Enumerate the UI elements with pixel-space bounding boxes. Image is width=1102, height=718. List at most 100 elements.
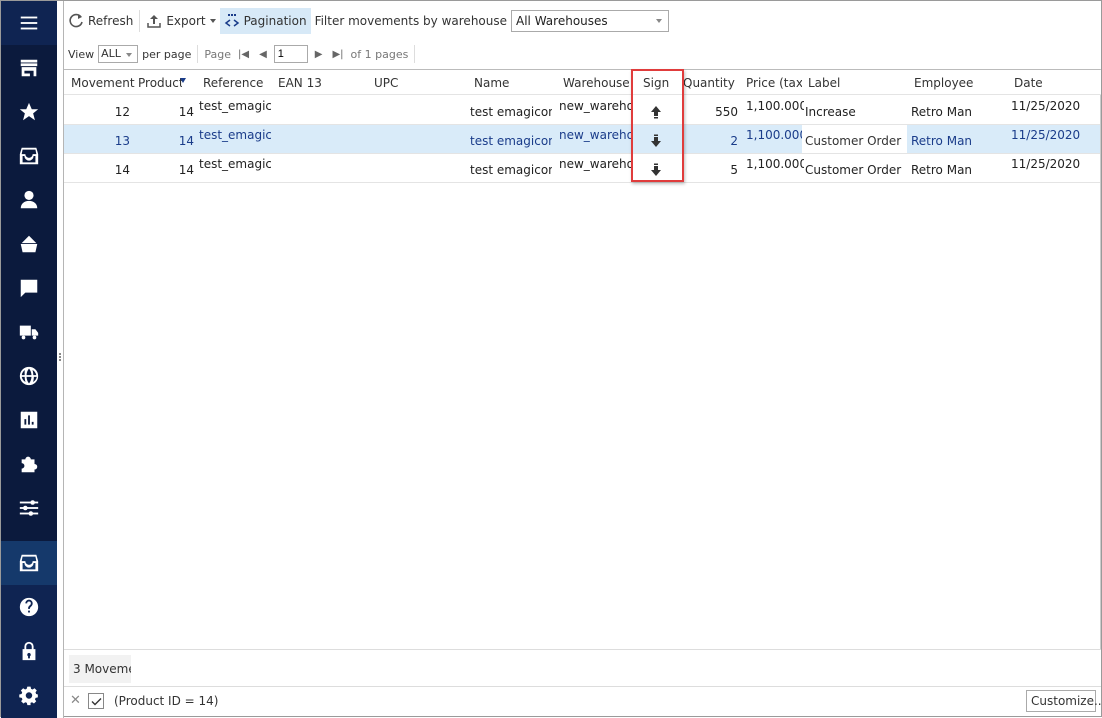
cell-warehouse: new_warehou — [559, 99, 631, 113]
last-page-button[interactable]: ▶| — [329, 49, 346, 60]
cell-warehouse: new_warehou — [559, 157, 631, 171]
cell-date: 11/25/2020 — [1011, 128, 1081, 142]
refresh-icon — [69, 13, 83, 28]
cell-price: 1,100.0000 — [746, 128, 804, 142]
cell-warehouse: new_warehou — [559, 128, 631, 142]
column-header-warehouse[interactable]: Warehouse — [563, 76, 630, 90]
column-header-quantity[interactable]: Quantity — [683, 76, 735, 90]
sidebar-menu-button[interactable] — [1, 1, 57, 45]
refresh-button[interactable]: Refresh — [64, 8, 137, 34]
pagination-icon — [224, 14, 239, 27]
warehouse-filter-select[interactable]: All Warehouses — [511, 10, 670, 32]
pagination-button[interactable]: Pagination — [219, 8, 311, 34]
export-label: Export — [166, 14, 206, 28]
table-row[interactable]: 14 14 test_emagico test emagicone new_wa… — [64, 154, 1100, 183]
pagination-label: Pagination — [243, 14, 307, 28]
chevron-down-icon — [656, 19, 663, 23]
toolbar-divider — [197, 45, 199, 63]
sidebar-item-modules[interactable] — [1, 442, 57, 486]
next-page-button[interactable]: ▶ — [312, 49, 326, 60]
customize-button[interactable]: Customize... — [1026, 690, 1102, 712]
per-page-select[interactable]: ALL — [98, 45, 139, 63]
star-icon — [19, 102, 39, 121]
cell-reference: test_emagico — [199, 128, 271, 142]
cell-movement: 13 — [114, 134, 130, 148]
column-header-reference[interactable]: Reference — [203, 76, 263, 90]
sidebar-item-inventory[interactable] — [1, 134, 57, 178]
column-header-upc[interactable]: UPC — [374, 76, 398, 90]
column-header-sign[interactable]: Sign — [643, 76, 669, 90]
app-window: Refresh Export Pagination Filter movemen… — [0, 0, 1102, 718]
cell-quantity: 5 — [730, 163, 738, 177]
column-header-ean13[interactable]: EAN 13 — [278, 76, 322, 90]
column-header-movement[interactable]: Movement — [71, 76, 137, 90]
cell-label: Increase — [805, 105, 856, 119]
splitter-grip[interactable] — [59, 353, 61, 362]
column-header-label[interactable]: Label — [808, 76, 840, 90]
comment-icon — [20, 279, 38, 298]
cell-price: 1,100.0000 — [746, 99, 804, 113]
sign-down-icon — [650, 134, 662, 151]
sidebar-item-international[interactable] — [1, 354, 57, 398]
table-row[interactable]: 12 14 test_emagico test emagicone new_wa… — [64, 96, 1100, 125]
warehouse-filter-value: All Warehouses — [516, 14, 608, 28]
sidebar-item-shipping[interactable] — [1, 310, 57, 354]
cell-employee: Retro Man — [911, 105, 973, 119]
filter-expression[interactable]: (Product ID = 14) — [114, 694, 218, 708]
per-page-label: per page — [142, 47, 192, 61]
archive-icon — [19, 147, 39, 165]
column-header-price[interactable]: Price (tax — [746, 76, 802, 90]
checkmark-icon — [91, 697, 101, 705]
cell-employee: Retro Man — [911, 134, 973, 148]
export-icon — [147, 15, 162, 28]
per-page-value: ALL — [101, 47, 121, 60]
cell-price: 1,100.0000 — [746, 157, 804, 171]
cell-movement: 14 — [114, 163, 130, 177]
cell-reference: test_emagico — [199, 99, 271, 113]
page-count-label: of 1 pages — [350, 47, 409, 61]
export-button[interactable]: Export — [142, 8, 219, 34]
cell-label-focused[interactable]: Customer Order — [802, 125, 907, 153]
table-row-selected[interactable]: 13 14 test_emagico test emagicone new_wa… — [64, 125, 1100, 154]
column-header-name[interactable]: Name — [474, 76, 509, 90]
gear-icon — [19, 686, 38, 705]
sidebar-item-messages[interactable] — [1, 266, 57, 310]
movements-grid: Movement Product Reference EAN 13 UPC Na… — [64, 69, 1101, 649]
help-icon — [19, 597, 39, 617]
cell-quantity: 550 — [715, 105, 738, 119]
filter-enabled-checkbox[interactable] — [88, 693, 104, 709]
sidebar-item-stats[interactable] — [1, 398, 57, 442]
page-label: Page — [204, 47, 231, 61]
filter-bar: ✕ (Product ID = 14) Customize... — [64, 688, 1102, 716]
sliders-icon — [19, 500, 39, 516]
cell-employee: Retro Man — [911, 163, 973, 177]
cell-product: 14 — [178, 163, 194, 177]
column-header-date[interactable]: Date — [1014, 76, 1043, 90]
page-number-input[interactable] — [273, 45, 308, 63]
sidebar-item-settings[interactable] — [1, 486, 57, 530]
filter-icon[interactable] — [180, 78, 186, 83]
cell-name: test emagicone — [470, 163, 552, 177]
chevron-down-icon — [126, 53, 133, 57]
archive-icon — [19, 554, 39, 572]
cell-date: 11/25/2020 — [1011, 157, 1081, 171]
sidebar-item-stock-movements[interactable] — [1, 541, 57, 585]
view-label: View — [68, 47, 95, 61]
sidebar-item-security[interactable] — [1, 629, 57, 673]
first-page-button[interactable]: |◀ — [235, 49, 252, 60]
user-icon — [20, 190, 38, 209]
sidebar-item-orders[interactable] — [1, 222, 57, 266]
store-icon — [20, 59, 38, 77]
sidebar-item-customers[interactable] — [1, 178, 57, 222]
sidebar-item-help[interactable] — [1, 585, 57, 629]
column-header-employee[interactable]: Employee — [914, 76, 973, 90]
clear-filter-icon[interactable]: ✕ — [70, 693, 81, 708]
cell-quantity: 2 — [730, 134, 738, 148]
sidebar-item-preferences[interactable] — [1, 673, 57, 718]
sidebar-item-favorites[interactable] — [1, 90, 57, 134]
prev-page-button[interactable]: ◀ — [256, 49, 270, 60]
column-header-product[interactable]: Product — [138, 76, 182, 90]
sidebar-item-store[interactable] — [1, 46, 57, 90]
main-toolbar: Refresh Export Pagination Filter movemen… — [64, 7, 670, 35]
lock-icon — [22, 641, 36, 661]
